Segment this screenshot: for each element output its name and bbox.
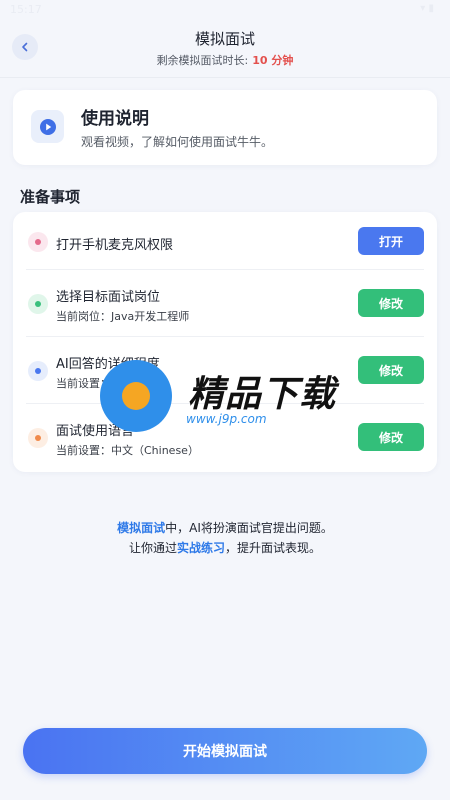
header-divider xyxy=(0,77,450,78)
edit-detail-level-button[interactable]: 修改 xyxy=(358,356,424,384)
edit-language-button[interactable]: 修改 xyxy=(358,423,424,451)
prep-item-title: 打开手机麦克风权限 xyxy=(56,238,174,253)
open-permission-button[interactable]: 打开 xyxy=(358,227,424,255)
edit-position-button[interactable]: 修改 xyxy=(358,289,424,317)
prep-item-title: 选择目标面试岗位 xyxy=(56,290,161,305)
page-title: 模拟面试 xyxy=(194,30,255,48)
play-circle-icon xyxy=(39,118,56,135)
watermark-text: 精品下载 xyxy=(188,374,337,415)
remaining-time-value: 10 分钟 xyxy=(252,54,294,67)
status-icons: ▾ ▮ xyxy=(420,3,434,14)
status-dot xyxy=(28,232,48,252)
footnote-highlight: 实战练习 xyxy=(176,541,225,555)
footnote-line-2: 让你通过实战练习，提升面试表现。 xyxy=(0,538,450,558)
instructions-title: 使用说明 xyxy=(81,109,149,129)
section-title: 准备事项 xyxy=(20,188,81,206)
watermark-logo-icon xyxy=(100,360,172,432)
prep-item-sub: 当前岗位：Java开发工程师 xyxy=(56,310,190,323)
footnote-text: 中，AI将扮演面试官提出问题。 xyxy=(165,521,333,535)
instructions-desc: 观看视频，了解如何使用面试牛牛。 xyxy=(81,135,274,149)
status-dot xyxy=(28,428,48,448)
prep-item-position: 选择目标面试岗位 当前岗位：Java开发工程师 修改 xyxy=(26,269,424,336)
remaining-time: 剩余模拟面试时长: 10 分钟 xyxy=(0,52,450,68)
footnote: 模拟面试中，AI将扮演面试官提出问题。 让你通过实战练习，提升面试表现。 xyxy=(0,518,450,558)
footnote-highlight: 模拟面试 xyxy=(117,521,166,535)
start-interview-button[interactable]: 开始模拟面试 xyxy=(23,728,427,774)
instructions-card[interactable]: 使用说明 观看视频，了解如何使用面试牛牛。 xyxy=(13,90,437,165)
watermark-url: www.j9p.com xyxy=(186,412,267,426)
header: 模拟面试 剩余模拟面试时长: 10 分钟 xyxy=(0,22,450,78)
footnote-line-1: 模拟面试中，AI将扮演面试官提出问题。 xyxy=(0,518,450,538)
footnote-text: ，提升面试表现。 xyxy=(225,541,322,555)
remaining-time-label: 剩余模拟面试时长: xyxy=(156,54,249,67)
status-dot xyxy=(28,294,48,314)
play-video-button[interactable] xyxy=(31,110,64,143)
status-dot xyxy=(28,361,48,381)
watermark: 精品下载 www.j9p.com xyxy=(100,355,360,445)
status-time: 15:17 xyxy=(10,3,42,16)
status-bar: 15:17 ▾ ▮ xyxy=(0,0,450,22)
footnote-text: 让你通过 xyxy=(128,541,177,555)
